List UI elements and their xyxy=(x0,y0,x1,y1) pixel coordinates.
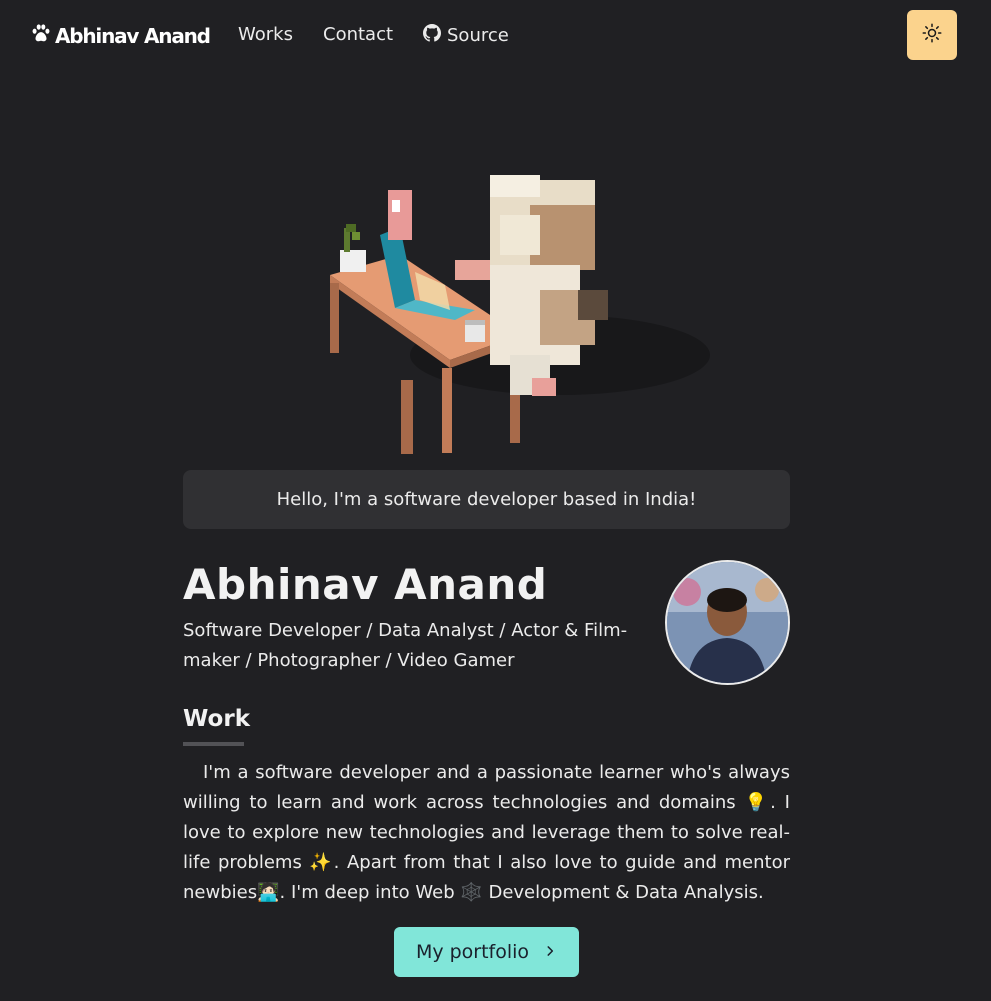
site-logo[interactable]: Abhinav Anand xyxy=(30,22,211,49)
nav-link-contact[interactable]: Contact xyxy=(323,24,393,45)
profile-roles: Software Developer / Data Analyst / Acto… xyxy=(183,620,628,671)
paw-icon xyxy=(30,22,52,49)
profile-name: Abhinav Anand xyxy=(183,560,548,609)
nav-link-label: Source xyxy=(447,25,509,46)
portfolio-button[interactable]: My portfolio xyxy=(394,927,579,977)
sun-icon xyxy=(922,23,942,47)
work-paragraph: I'm a software developer and a passionat… xyxy=(183,762,790,903)
greeting-text: Hello, I'm a software developer based in… xyxy=(276,489,697,510)
voxel-dog-scene[interactable] xyxy=(270,160,770,470)
chevron-right-icon xyxy=(543,941,557,963)
navbar: Abhinav Anand Works Contact Source xyxy=(0,0,991,72)
theme-toggle-button[interactable] xyxy=(907,10,957,60)
nav-link-works[interactable]: Works xyxy=(238,24,293,45)
github-icon xyxy=(423,24,441,47)
greeting-banner: Hello, I'm a software developer based in… xyxy=(183,470,790,529)
work-heading: Work xyxy=(183,706,250,732)
nav-link-source[interactable]: Source xyxy=(423,24,509,47)
logo-text: Abhinav Anand xyxy=(55,23,211,48)
work-heading-underline xyxy=(183,742,244,746)
nav-link-label: Works xyxy=(238,24,293,45)
avatar xyxy=(665,560,790,685)
nav-link-label: Contact xyxy=(323,24,394,45)
portfolio-button-label: My portfolio xyxy=(415,941,530,963)
